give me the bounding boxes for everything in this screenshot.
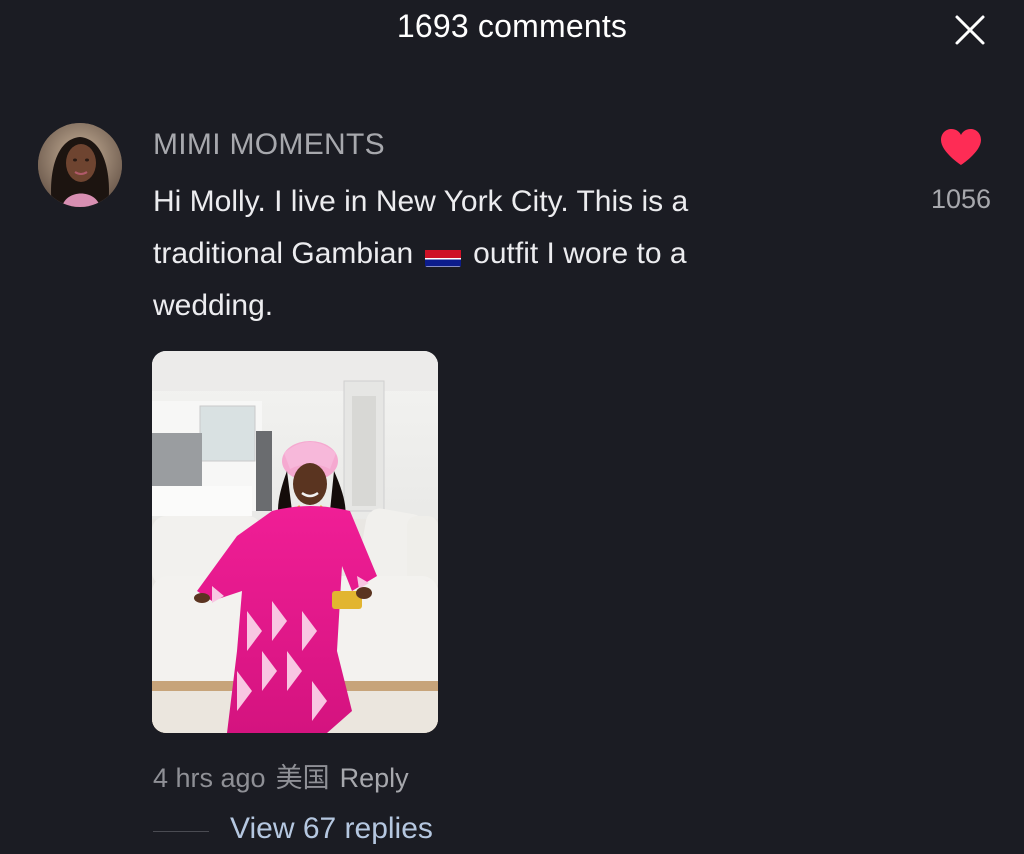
comments-count-title: 1693 comments [396, 8, 628, 44]
comments-header: 1693 comments [0, 0, 1024, 64]
view-replies-button[interactable]: View 67 replies [230, 812, 433, 846]
reply-button[interactable]: Reply [340, 763, 409, 793]
replies-divider [153, 831, 209, 832]
gambia-flag-icon [425, 241, 462, 267]
comment-time: 4 hrs ago [153, 763, 266, 793]
photo-image [152, 351, 438, 733]
comment-username[interactable]: MIMI MOMENTS [153, 128, 385, 162]
comment-text: Hi Molly. I live in New York City. This … [153, 176, 803, 332]
avatar[interactable] [38, 123, 122, 207]
avatar-image [38, 123, 122, 207]
close-icon[interactable] [954, 14, 986, 46]
comment-meta: 4 hrs ago 美国 Reply [153, 756, 419, 795]
comments-sheet: 1693 comments MIMI MOMENTS Hi Molly. I l… [0, 0, 1024, 854]
comment-location: 美国 [275, 763, 330, 793]
like-area: 1056 [926, 128, 996, 215]
heart-icon[interactable] [940, 128, 982, 166]
like-count: 1056 [930, 184, 992, 214]
comment-photo[interactable] [152, 351, 438, 733]
